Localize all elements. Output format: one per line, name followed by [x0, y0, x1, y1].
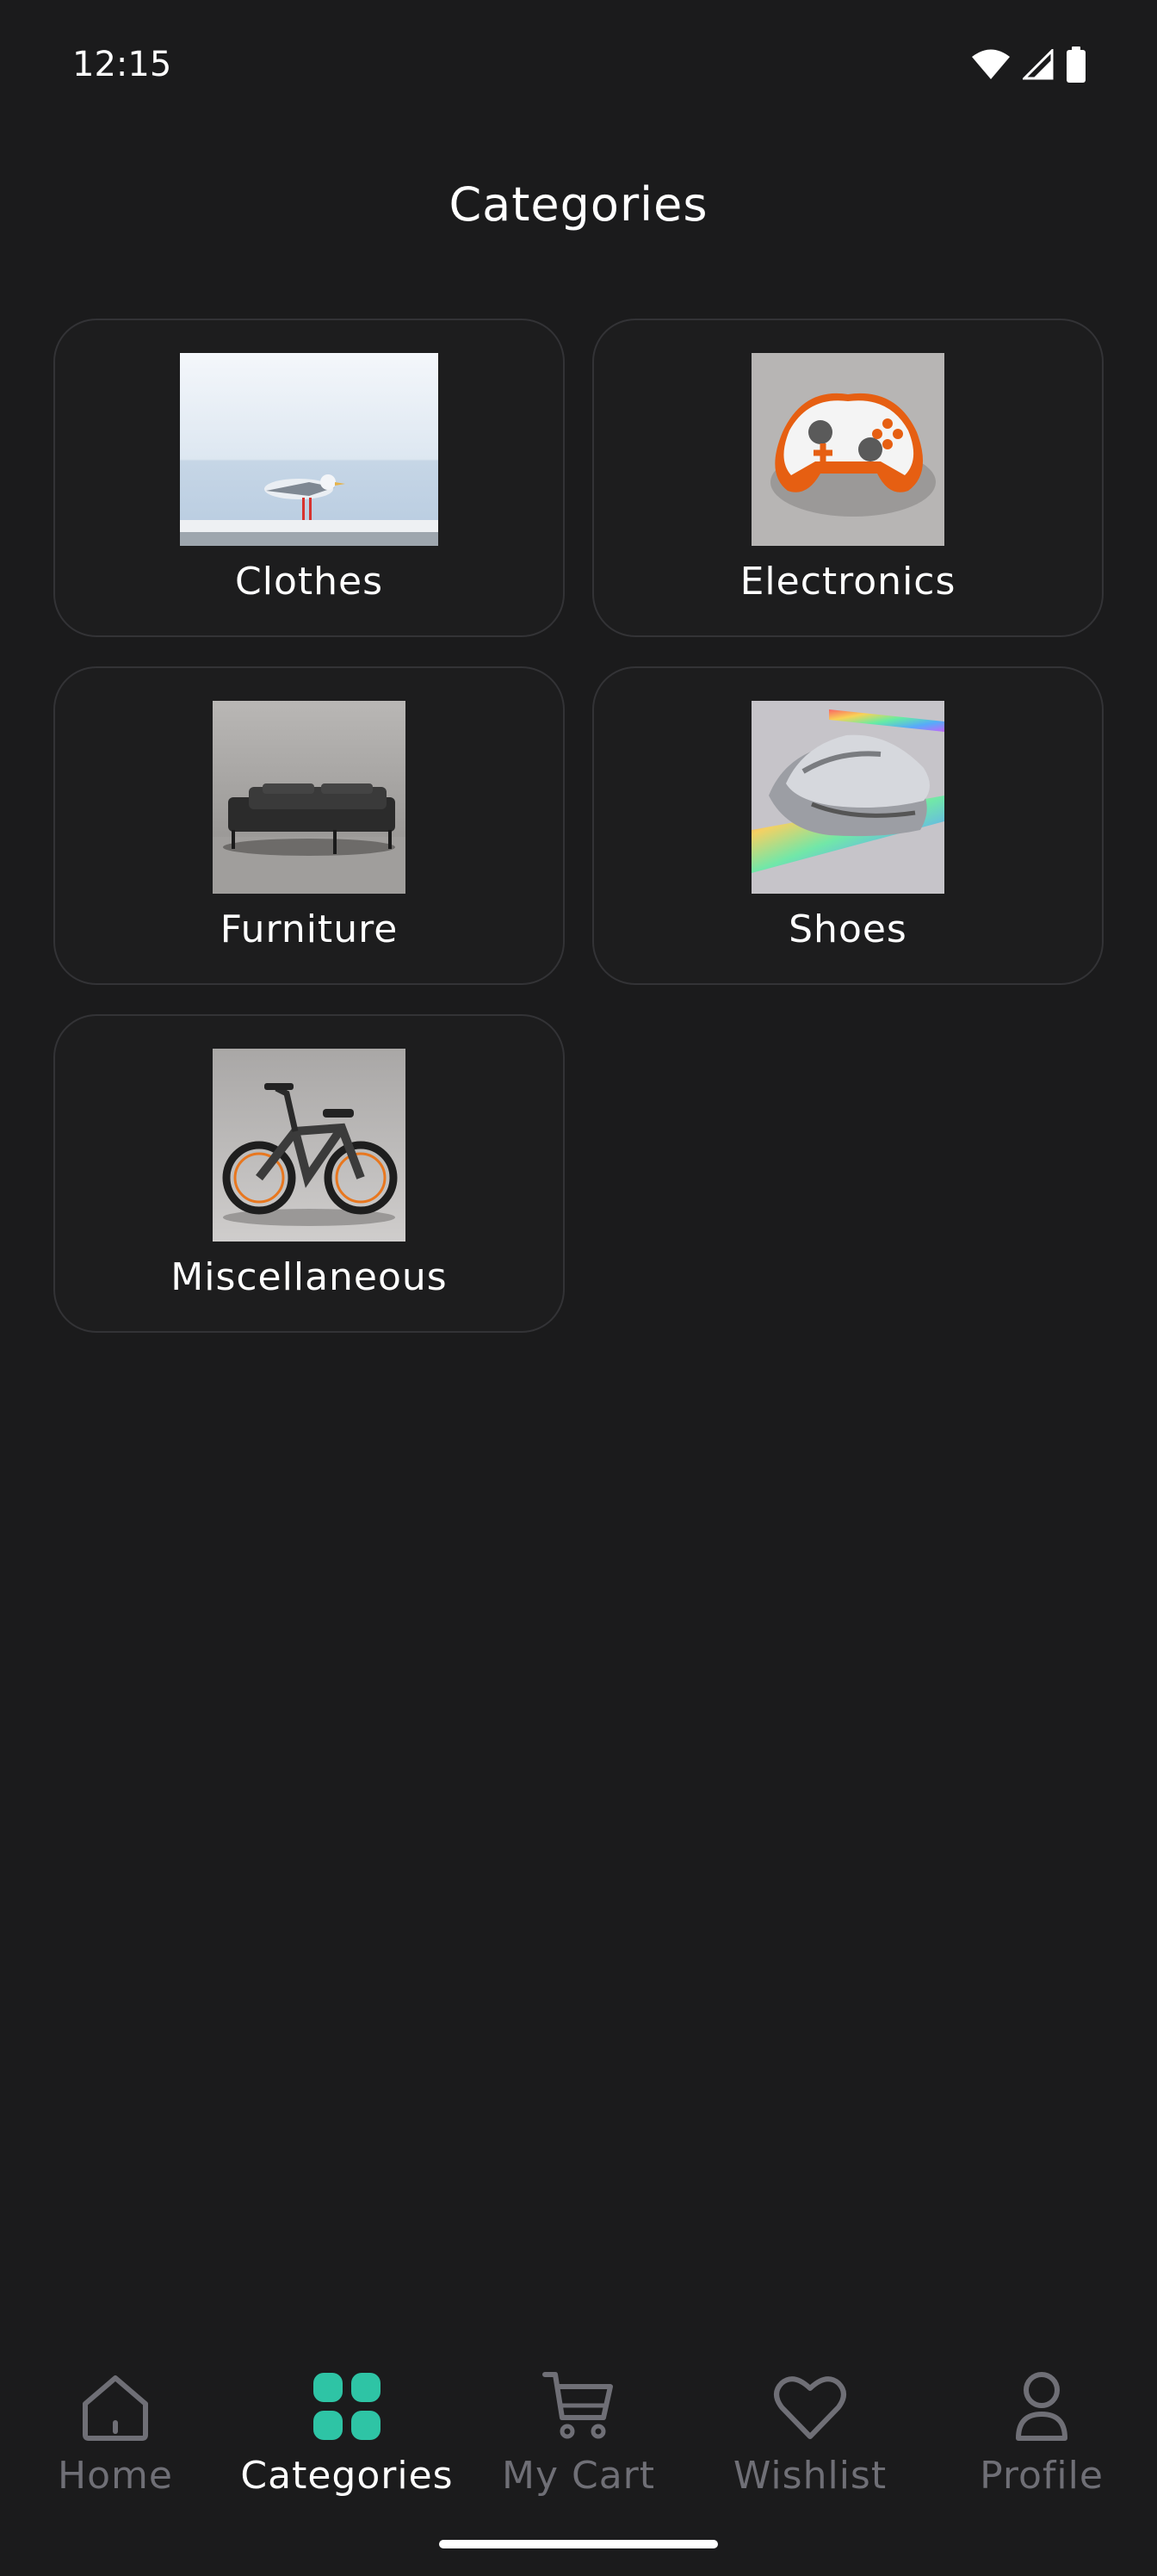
category-image-miscellaneous [213, 1049, 405, 1242]
nav-label-categories: Categories [240, 2454, 454, 2498]
nav-item-my-cart[interactable]: My Cart [467, 2342, 690, 2498]
signal-icon [1023, 49, 1054, 80]
category-card-electronics[interactable]: Electronics [592, 319, 1104, 637]
status-bar: 12:15 [0, 0, 1157, 129]
category-card-clothes[interactable]: Clothes [53, 319, 565, 637]
wifi-icon [972, 49, 1010, 79]
category-label: Clothes [235, 560, 383, 604]
profile-icon [1016, 2372, 1067, 2441]
categories-icon [313, 2373, 381, 2440]
bottom-navigation: Home Categories My Cart Wishlist Profile [0, 2342, 1157, 2514]
nav-label-wishlist: Wishlist [733, 2454, 888, 2498]
status-time: 12:15 [72, 45, 172, 84]
cart-icon [542, 2372, 613, 2439]
nav-label-profile: Profile [980, 2454, 1104, 2498]
nav-item-home[interactable]: Home [3, 2342, 227, 2498]
category-card-furniture[interactable]: Furniture [53, 666, 565, 985]
home-icon [83, 2375, 148, 2441]
category-image-furniture [213, 701, 405, 894]
category-image-clothes [180, 353, 438, 546]
category-label: Shoes [789, 907, 907, 951]
page-title: Categories [449, 177, 708, 232]
nav-label-home: Home [58, 2454, 173, 2498]
nav-item-profile[interactable]: Profile [930, 2342, 1154, 2498]
nav-item-categories[interactable]: Categories [235, 2342, 459, 2498]
category-label: Furniture [220, 907, 399, 951]
heart-icon [774, 2376, 846, 2439]
nav-item-wishlist[interactable]: Wishlist [698, 2342, 922, 2498]
battery-icon [1067, 46, 1086, 83]
category-image-electronics [752, 353, 944, 546]
home-indicator[interactable] [439, 2540, 718, 2548]
nav-label-my-cart: My Cart [501, 2454, 655, 2498]
category-card-shoes[interactable]: Shoes [592, 666, 1104, 985]
category-image-shoes [752, 701, 944, 894]
category-card-miscellaneous[interactable]: Miscellaneous [53, 1014, 565, 1333]
category-label: Electronics [739, 560, 956, 604]
categories-screen: 12:15 Categories Clothes Electronics Fur… [0, 0, 1157, 2576]
status-icons [971, 46, 1086, 83]
category-label: Miscellaneous [170, 1255, 448, 1299]
